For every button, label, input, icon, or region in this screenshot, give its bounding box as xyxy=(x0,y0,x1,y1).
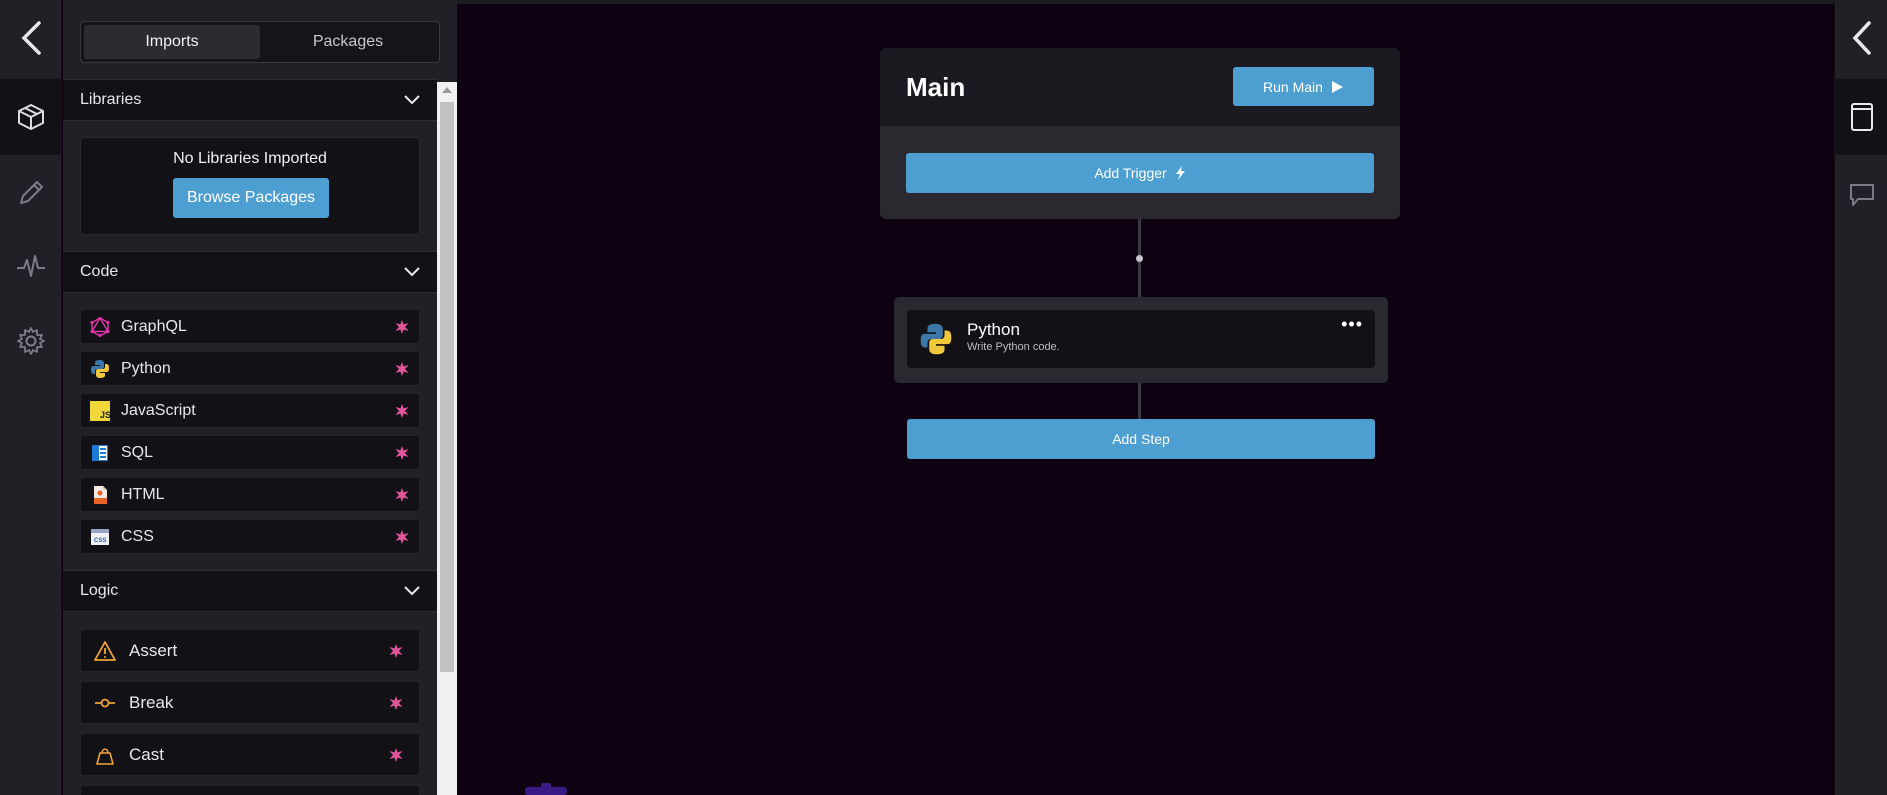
star-icon xyxy=(395,404,409,418)
star-icon xyxy=(395,320,409,334)
app-root: Imports Packages Libraries No Libraries … xyxy=(0,0,1887,795)
main-title: Main xyxy=(906,72,966,102)
run-main-label: Run Main xyxy=(1263,78,1323,95)
star-icon xyxy=(395,530,409,544)
add-step-button[interactable]: Add Step xyxy=(907,419,1375,459)
imports-panel: Imports Packages Libraries No Libraries … xyxy=(63,0,457,795)
code-item-graphql[interactable]: GraphQL xyxy=(80,309,420,344)
logic-item-label: Assert xyxy=(129,640,178,660)
code-section-header[interactable]: Code xyxy=(63,251,437,293)
sidebar-scrollbar[interactable] xyxy=(437,82,457,795)
libraries-section-header[interactable]: Libraries xyxy=(63,79,437,121)
chevron-left-icon xyxy=(21,21,41,55)
chevron-down-icon xyxy=(404,267,420,277)
panel-tabs: Imports Packages xyxy=(80,21,440,63)
expand-right-button[interactable] xyxy=(1835,0,1887,76)
logic-item-break[interactable]: Break xyxy=(80,681,420,724)
rail-comments-button[interactable] xyxy=(1835,157,1887,233)
code-item-label: HTML xyxy=(121,485,165,503)
chevron-left-icon xyxy=(1852,21,1871,55)
main-card-header: Main Run Main xyxy=(880,48,1400,126)
logic-item-label: Break xyxy=(129,692,174,712)
partial-node-icon xyxy=(525,783,567,795)
css-icon: CSS xyxy=(89,526,111,548)
star-icon xyxy=(389,748,403,762)
pencil-icon xyxy=(20,181,43,204)
code-item-python[interactable]: Python xyxy=(80,351,420,386)
rail-edit-button[interactable] xyxy=(0,155,62,231)
star-icon xyxy=(389,644,403,658)
collapse-button[interactable] xyxy=(0,0,62,76)
logic-item-label: Cast xyxy=(129,744,164,764)
svg-text:CSS: CSS xyxy=(94,538,106,544)
logic-item-partial[interactable] xyxy=(80,785,420,795)
libraries-empty-box: No Libraries Imported Browse Packages xyxy=(80,137,420,235)
rail-settings-button[interactable] xyxy=(0,303,62,379)
javascript-icon: JS xyxy=(89,400,111,422)
chevron-down-icon xyxy=(404,95,420,105)
step-subtitle: Write Python code. xyxy=(967,341,1060,353)
sql-icon xyxy=(89,442,111,464)
rail-activity-button[interactable] xyxy=(0,229,62,305)
connector-dot[interactable] xyxy=(1136,255,1143,262)
logic-item-cast[interactable]: Cast xyxy=(80,733,420,776)
browse-packages-button[interactable]: Browse Packages xyxy=(173,178,329,218)
code-item-sql[interactable]: SQL xyxy=(80,435,420,470)
code-item-label: SQL xyxy=(121,443,154,461)
python-icon xyxy=(920,323,952,355)
code-item-label: JavaScript xyxy=(121,401,196,419)
tab-packages[interactable]: Packages xyxy=(260,25,436,59)
star-icon xyxy=(395,488,409,502)
python-icon xyxy=(89,358,111,380)
code-item-css[interactable]: CSS CSS xyxy=(80,519,420,554)
main-trigger-card: Main Run Main Add Trigger xyxy=(880,48,1400,219)
flow-connector xyxy=(1138,383,1141,419)
rail-docs-button[interactable] xyxy=(1835,79,1887,155)
chevron-down-icon xyxy=(404,586,420,596)
logic-item-assert[interactable]: Assert xyxy=(80,629,420,672)
code-item-javascript[interactable]: JS JavaScript xyxy=(80,393,420,428)
comment-icon xyxy=(1849,184,1874,206)
panel-icon xyxy=(1850,103,1873,131)
graphql-icon xyxy=(89,316,111,338)
warning-triangle-icon xyxy=(93,639,117,663)
cast-icon xyxy=(93,743,117,767)
code-item-label: Python xyxy=(121,359,171,377)
more-options-icon[interactable]: ••• xyxy=(1341,314,1363,335)
html-icon xyxy=(89,484,111,506)
python-step-card[interactable]: Python Write Python code. ••• xyxy=(894,297,1388,383)
step-title: Python xyxy=(967,320,1020,339)
cube-icon xyxy=(18,104,44,130)
logic-section-header[interactable]: Logic xyxy=(63,570,437,612)
logic-section-title: Logic xyxy=(80,582,119,599)
break-icon xyxy=(93,691,117,715)
activity-icon xyxy=(17,255,45,277)
run-main-button[interactable]: Run Main xyxy=(1233,67,1374,106)
star-icon xyxy=(395,362,409,376)
add-trigger-button[interactable]: Add Trigger xyxy=(906,153,1374,193)
code-item-label: GraphQL xyxy=(121,317,187,335)
rail-packages-button[interactable] xyxy=(0,79,62,155)
code-item-html[interactable]: HTML xyxy=(80,477,420,512)
tab-imports[interactable]: Imports xyxy=(84,25,260,59)
add-trigger-label: Add Trigger xyxy=(1094,165,1167,181)
lightning-icon xyxy=(1175,166,1185,180)
libraries-section-title: Libraries xyxy=(80,91,142,108)
gear-icon xyxy=(17,327,45,355)
code-section-title: Code xyxy=(80,263,119,280)
scroll-up-arrow-icon[interactable] xyxy=(442,87,452,93)
star-icon xyxy=(389,696,403,710)
python-step-body: Python Write Python code. ••• xyxy=(907,310,1375,368)
star-icon xyxy=(395,446,409,460)
svg-text:JS: JS xyxy=(100,410,110,420)
play-icon xyxy=(1331,80,1343,93)
left-rail xyxy=(0,0,62,795)
right-rail xyxy=(1834,0,1887,795)
code-item-label: CSS xyxy=(121,527,154,545)
scrollbar-thumb[interactable] xyxy=(440,102,454,672)
no-libraries-text: No Libraries Imported xyxy=(173,150,327,167)
